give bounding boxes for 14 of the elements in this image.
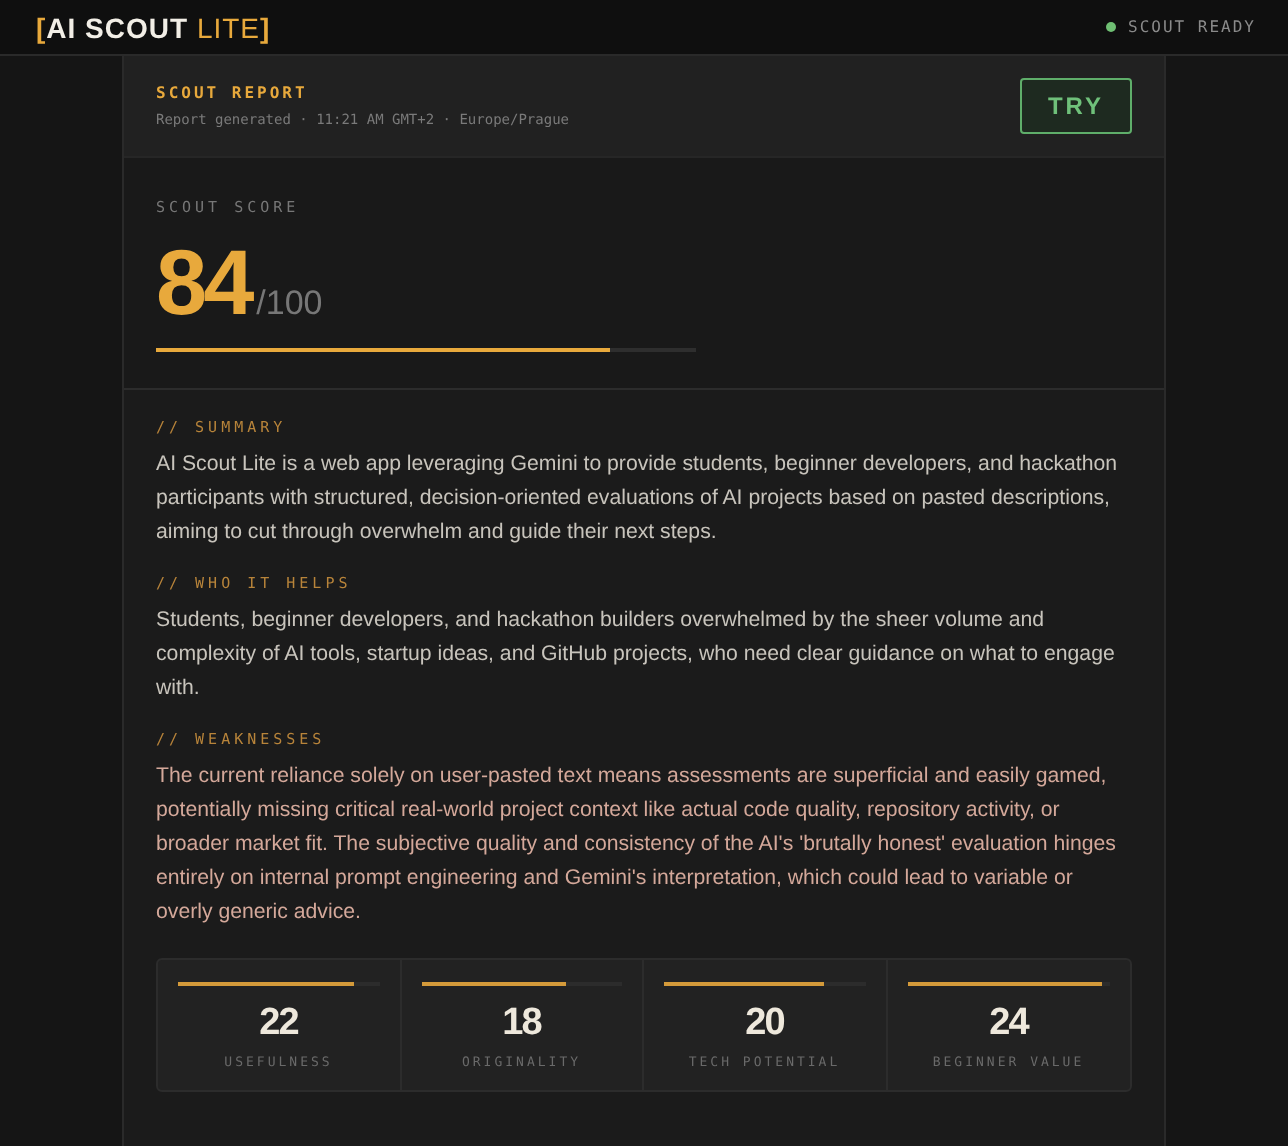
section-text: Students, beginner developers, and hackathon builders overwhelmed by the sheer volume and complexity of AI tools, startup ideas, and GitHub projects, who need clear guidance on what to engage with. — [156, 606, 1117, 704]
section-text: The current reliance solely on user-pasted text means assessments are superficial and easily gamed, potentially missing critical real-world project context like actual code quality, repository activity, or broader market fit. The subjective quality and consistency of the AI's 'brutally honest' evaluation hinges entirely on internal prompt engineering and Gemini's interpretation, which could lead to variable or overly generic advice. — [156, 762, 1118, 928]
app-logo: [AI SCOUT LITE] — [36, 11, 271, 43]
section-text: AI Scout Lite is a web app leveraging Gemini to provide students, beginner developers, and hackathon participants with structured, decision-oriented evaluations of AI projects based on pasted descriptions, aiming to cut through overwhelm and guide their next steps. — [156, 450, 1120, 548]
status-dot-icon — [1106, 22, 1117, 32]
report-title: SCOUT REPORT — [156, 84, 310, 102]
metric-value: 24 — [989, 1002, 1028, 1046]
metric-value: 20 — [745, 1002, 784, 1046]
status-text: SCOUT READY — [1128, 18, 1256, 36]
metric-value: 22 — [259, 1002, 298, 1046]
score-max: /100 — [256, 284, 323, 324]
metric-value: 18 — [502, 1002, 541, 1046]
score-value: 84 — [156, 228, 251, 336]
try-button[interactable]: TRY — [1019, 78, 1132, 134]
